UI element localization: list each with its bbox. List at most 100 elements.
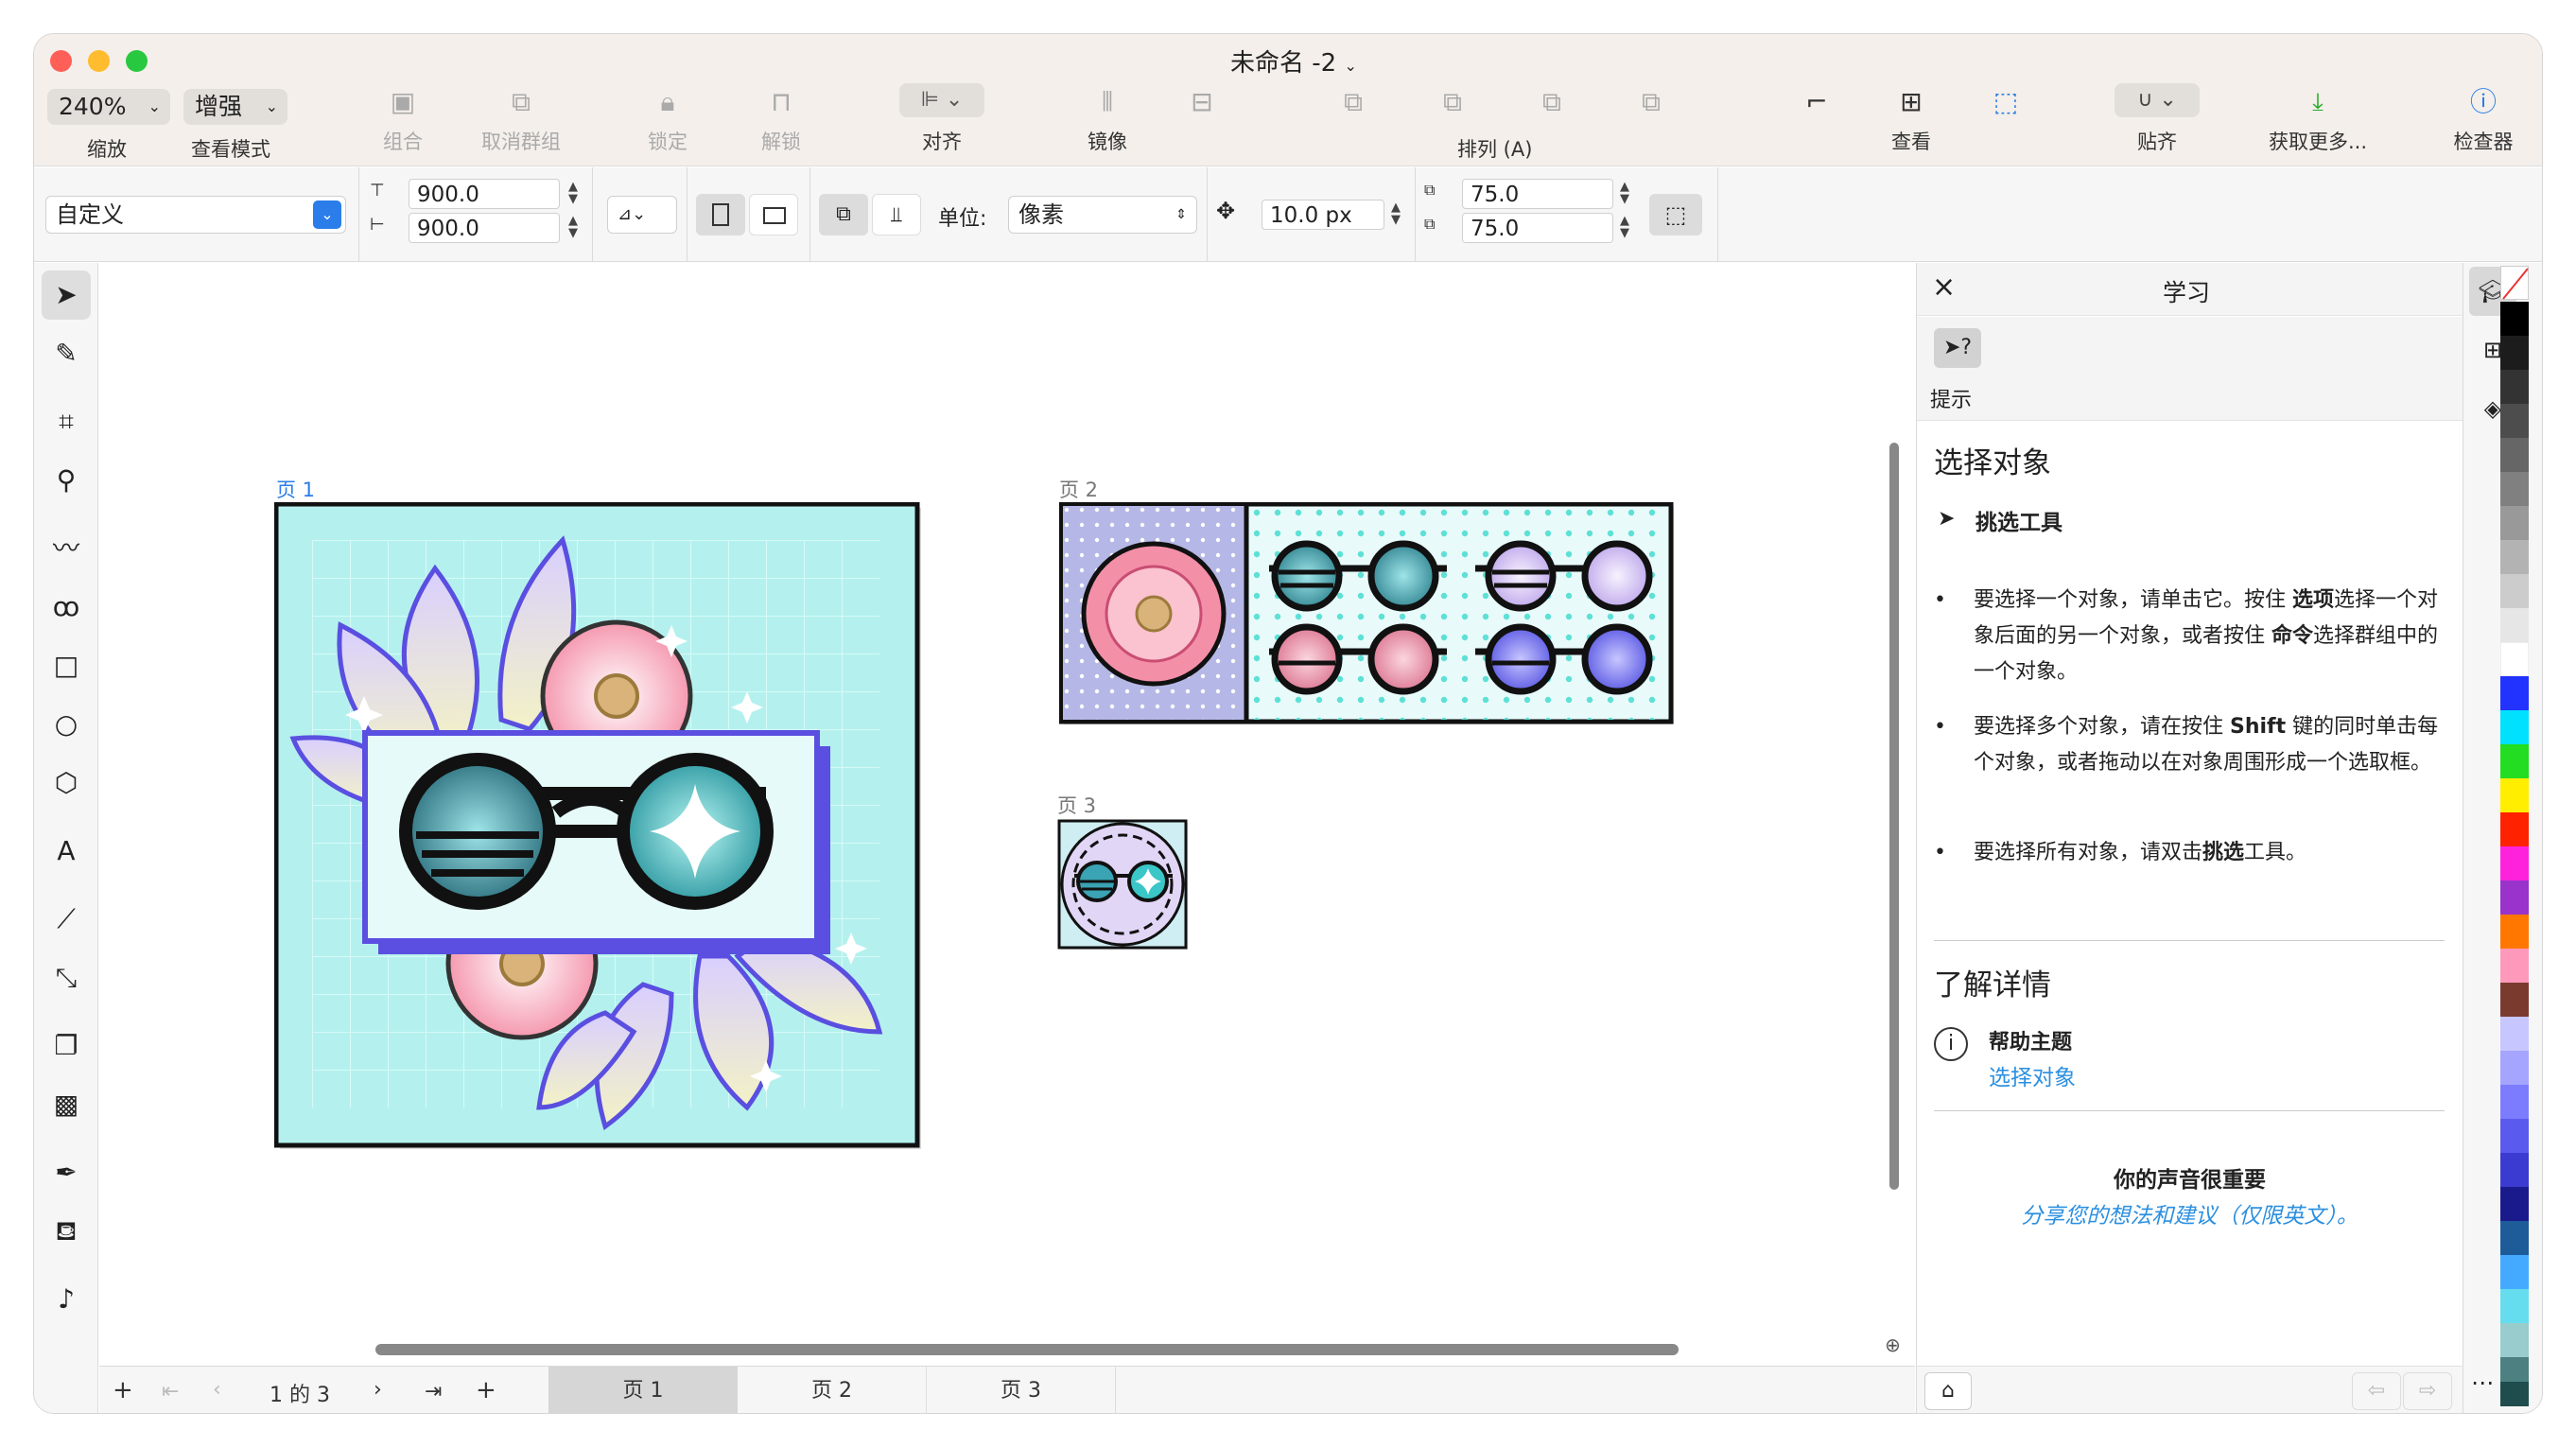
eyedropper-tool[interactable]: ✒: [42, 1148, 91, 1197]
rectangle-tool[interactable]: □: [42, 641, 91, 690]
horizontal-scrollbar[interactable]: [375, 1344, 1679, 1355]
zoom-corner-icon[interactable]: ⊕: [1885, 1334, 1901, 1356]
hints-button[interactable]: ➤?: [1934, 328, 1981, 368]
crop-tool[interactable]: ⌗: [42, 397, 91, 446]
mirror-vertical-button[interactable]: ⊟: [1178, 83, 1226, 121]
swatch-brown[interactable]: [2500, 983, 2529, 1017]
prev-page-icon[interactable]: ‹: [213, 1378, 221, 1402]
page2-artwork[interactable]: [1059, 502, 1679, 729]
swatch-gray-10[interactable]: [2500, 608, 2529, 642]
swatch-pink[interactable]: [2500, 949, 2529, 983]
page-width-field[interactable]: 900.0: [409, 179, 560, 209]
text-tool[interactable]: A: [42, 827, 91, 876]
swatch-white[interactable]: [2500, 642, 2529, 676]
zoom-tool[interactable]: ⚲: [42, 456, 91, 505]
ellipse-tool[interactable]: ○: [42, 700, 91, 749]
last-page-icon[interactable]: ⇥: [425, 1380, 442, 1403]
swatch-orange[interactable]: [2500, 915, 2529, 949]
swatch-gray-20[interactable]: [2500, 574, 2529, 608]
no-color-swatch[interactable]: [2500, 266, 2529, 300]
height-stepper[interactable]: ▲ ▼: [564, 215, 583, 239]
page1-artwork[interactable]: [274, 502, 929, 1155]
add-page-before-button[interactable]: +: [113, 1376, 133, 1404]
more-icon[interactable]: ⋯: [2471, 1369, 2494, 1396]
ungroup-button[interactable]: ⧉ 取消群组: [464, 83, 578, 155]
nudge-stepper[interactable]: ▲ ▼: [1386, 201, 1405, 226]
page-tab-1[interactable]: 页 1: [548, 1367, 738, 1413]
portrait-button[interactable]: [696, 194, 745, 235]
feedback-link[interactable]: 分享您的想法和建议（仅限英文）。: [1917, 1197, 2463, 1229]
view-mode-select[interactable]: 增强 ⌄: [183, 89, 287, 125]
close-window-button[interactable]: [50, 50, 72, 72]
page-preset-select[interactable]: 自定义 ⌄: [45, 196, 346, 234]
swatch-black[interactable]: [2500, 302, 2529, 336]
first-page-icon[interactable]: ⇤: [162, 1380, 179, 1403]
swatch-blue[interactable]: [2500, 676, 2529, 710]
swatch-magenta[interactable]: [2500, 846, 2529, 880]
width-stepper[interactable]: ▲ ▼: [564, 181, 583, 205]
swatch-green[interactable]: [2500, 744, 2529, 778]
swatch-gray-90[interactable]: [2500, 336, 2529, 370]
guidelines-button[interactable]: ⬚: [1982, 83, 2029, 121]
dup-y-stepper[interactable]: ▲ ▼: [1615, 215, 1634, 239]
polygon-tool[interactable]: ⬡: [42, 758, 91, 808]
connector-tool[interactable]: ⤡: [42, 953, 91, 1002]
swatch-gray-60[interactable]: [2500, 438, 2529, 472]
fill-tool[interactable]: ⛾: [42, 1207, 91, 1256]
forward-button[interactable]: ⇨: [2403, 1372, 2452, 1410]
duplicate-x-field[interactable]: 75.0: [1462, 179, 1613, 209]
zoom-select[interactable]: 240% ⌄: [47, 89, 170, 125]
nudge-distance-field[interactable]: 10.0 px: [1262, 200, 1384, 230]
transparency-tool[interactable]: ▩: [42, 1080, 91, 1129]
back-button[interactable]: ⇦: [2352, 1372, 2401, 1410]
duplicate-y-field[interactable]: 75.0: [1462, 213, 1613, 243]
page-border-button[interactable]: ⬚: [1649, 194, 1702, 235]
swatch-steel-blue[interactable]: [2500, 1221, 2529, 1255]
landscape-button[interactable]: [749, 194, 798, 235]
swatch-lavender[interactable]: [2500, 1017, 2529, 1051]
page-tab-2[interactable]: 页 2: [738, 1367, 927, 1413]
to-back-button[interactable]: ⧉: [1623, 83, 1680, 121]
swatch-sky-blue[interactable]: [2500, 1255, 2529, 1289]
swatch-yellow[interactable]: [2500, 778, 2529, 812]
artistic-media-tool[interactable]: ꝏ: [42, 583, 91, 632]
swatch-gray-50[interactable]: [2500, 472, 2529, 506]
minimize-window-button[interactable]: [88, 50, 110, 72]
forward-one-button[interactable]: ⧉: [1424, 83, 1481, 121]
freehand-tool[interactable]: 〰: [42, 524, 91, 573]
swatch-periwinkle[interactable]: [2500, 1051, 2529, 1085]
swatch-gray-40[interactable]: [2500, 506, 2529, 540]
to-front-button[interactable]: ⧉: [1325, 83, 1382, 121]
vertical-scrollbar[interactable]: [1889, 443, 1899, 1190]
group-button[interactable]: ▣ 组合: [365, 83, 441, 155]
swatch-medium-blue[interactable]: [2500, 1119, 2529, 1153]
align-button[interactable]: ⊫ ⌄ 对齐: [899, 83, 984, 155]
view-button[interactable]: ⊞ 查看: [1878, 83, 1944, 155]
back-one-button[interactable]: ⧉: [1523, 83, 1580, 121]
page3-artwork[interactable]: [1057, 819, 1192, 953]
next-page-icon[interactable]: ›: [374, 1378, 382, 1402]
swatch-royal-blue[interactable]: [2500, 1153, 2529, 1187]
snap-button[interactable]: ∪ ⌄ 贴齐: [2115, 83, 2200, 155]
dup-x-stepper[interactable]: ▲ ▼: [1615, 181, 1634, 205]
add-page-after-button[interactable]: +: [476, 1376, 496, 1404]
swatch-red[interactable]: [2500, 812, 2529, 846]
dimension-tool[interactable]: ⟋: [42, 895, 91, 944]
window-title[interactable]: 未命名 -2 ⌄: [1230, 44, 1382, 78]
unit-select[interactable]: 像素 ⇕: [1008, 196, 1197, 234]
lock-button[interactable]: 🔒︎ 锁定: [639, 83, 696, 155]
unlock-button[interactable]: ⊓ 解锁: [753, 83, 809, 155]
swatch-light-blue-violet[interactable]: [2500, 1085, 2529, 1119]
drop-shadow-tool[interactable]: ❐: [42, 1021, 91, 1071]
get-more-button[interactable]: ⤓ 获取更多...: [2256, 83, 2379, 155]
swatch-gray-70[interactable]: [2500, 404, 2529, 438]
inspector-button[interactable]: ⓘ 检查器: [2441, 83, 2526, 155]
shape-tool[interactable]: ✎: [42, 329, 91, 378]
pick-tool[interactable]: ➤: [42, 270, 91, 320]
zoom-window-button[interactable]: [126, 50, 148, 72]
mirror-button[interactable]: ⫴ 镜像: [1074, 83, 1140, 155]
page-layout-select[interactable]: ⊿⌄: [607, 196, 677, 234]
smart-fill-tool[interactable]: ♪: [42, 1275, 91, 1324]
swatch-aqua[interactable]: [2500, 1289, 2529, 1323]
swatch-navy[interactable]: [2500, 1187, 2529, 1221]
